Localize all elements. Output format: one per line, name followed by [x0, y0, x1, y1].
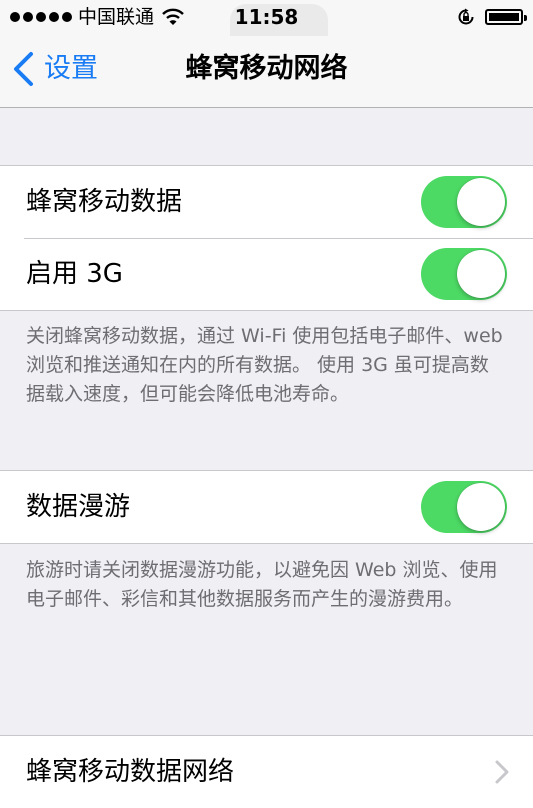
network-settings-group: 蜂窝移动数据网络	[0, 735, 533, 808]
cellular-data-label: 蜂窝移动数据	[26, 187, 183, 217]
enable-3g-row: 启用 3G	[0, 238, 533, 310]
chevron-right-icon	[495, 760, 509, 784]
data-roaming-toggle[interactable]	[421, 481, 507, 533]
toggle-knob	[457, 483, 505, 531]
page-title: 蜂窝移动网络	[185, 53, 348, 84]
data-roaming-label: 数据漫游	[26, 492, 131, 522]
cellular-data-toggle[interactable]	[421, 176, 507, 228]
toggle-knob	[457, 250, 505, 298]
cellular-data-footer: 关闭蜂窝移动数据，通过 Wi-Fi 使用包括电子邮件、web 浏览和推送通知在内…	[26, 325, 503, 405]
roaming-settings-group: 数据漫游	[0, 470, 533, 544]
data-roaming-row: 数据漫游	[0, 471, 533, 543]
navigation-bar: 设置 蜂窝移动网络	[0, 36, 533, 108]
orientation-lock-icon	[458, 8, 474, 25]
status-right	[457, 8, 527, 26]
battery-icon	[485, 9, 527, 25]
enable-3g-toggle[interactable]	[421, 248, 507, 300]
data-roaming-footer: 旅游时请关闭数据漫游功能，以避免因 Web 浏览、使用电子邮件、彩信和其他数据服…	[26, 559, 498, 610]
cellular-data-network-label: 蜂窝移动数据网络	[26, 757, 235, 787]
cellular-data-network-row[interactable]: 蜂窝移动数据网络	[0, 736, 533, 808]
cellular-data-row: 蜂窝移动数据	[0, 166, 533, 238]
enable-3g-label: 启用 3G	[26, 259, 123, 289]
cellular-settings-group: 蜂窝移动数据 启用 3G	[0, 165, 533, 311]
toggle-knob	[457, 178, 505, 226]
